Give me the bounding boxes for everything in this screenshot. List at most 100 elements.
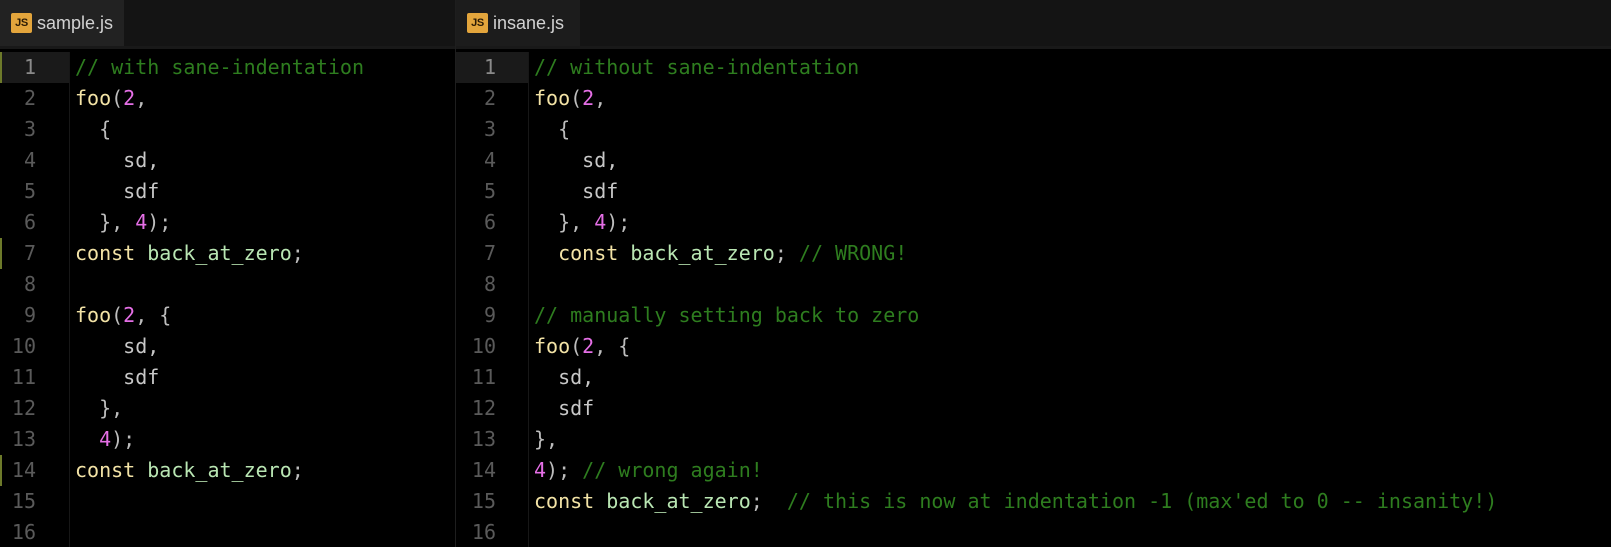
tab-label: insane.js [493,12,565,33]
line-number: 5 [23,179,36,203]
code-line[interactable]: sdf [75,362,455,393]
line-number: 3 [483,117,496,141]
code-token: back_at_zero [147,241,292,265]
code-token: ); [606,210,631,234]
line-number: 14 [0,455,69,486]
code-line[interactable]: // without sane-indentation [534,52,1611,83]
code-token: }, [75,210,136,234]
code-editor[interactable]: 1 2 3 4 5 6 7 8 9 10 11 12 13 14 15 16 // without sane-… [456,52,1611,547]
code-line[interactable]: // manually setting back to zero [534,300,1611,331]
code-line[interactable]: const back_at_zero; // WRONG! [534,238,1611,269]
tab-bar: JS insane.js [456,0,1611,49]
code-line[interactable]: const back_at_zero; // this is now at in… [534,486,1611,517]
code-token: foo [534,86,571,110]
tab-label: sample.js [37,12,114,33]
code-token: 2 [123,86,136,110]
code-token: 2 [582,334,595,358]
code-line[interactable]: ​ [75,486,455,517]
code-line[interactable]: }, [75,393,455,424]
code-token: sdf [75,365,160,389]
code-line[interactable]: { [75,114,455,145]
code-token: ( [570,86,583,110]
code-token: ); [147,210,172,234]
code-token: ; [291,241,304,265]
code-token: // without sane-indentation [534,55,860,79]
code-token: 4 [594,210,607,234]
code-token: foo [75,303,112,327]
line-number: 7 [483,241,496,265]
code-token: sd, [75,334,160,358]
code-area[interactable]: // with sane-indentation foo(2, { sd, sdf… [75,52,455,547]
code-line[interactable]: 4); // wrong again! [534,455,1611,486]
code-token: // manually setting back to zero [534,303,920,327]
line-number: 5 [483,179,496,203]
code-line[interactable]: }, [534,424,1611,455]
line-number: 15 [471,489,496,513]
line-number: 4 [483,148,496,172]
code-area[interactable]: // without sane-indentation foo(2, { sd, … [534,52,1611,547]
line-number: 16 [11,520,36,544]
line-number: 1 [456,52,528,83]
code-token: back_at_zero [147,458,292,482]
code-line[interactable]: sdf [75,176,455,207]
code-line[interactable]: ​ [534,269,1611,300]
code-token: ( [570,334,583,358]
editor-pane-right: JS insane.js 1 2 3 4 5 6 7 8 9 10 11 12 13 14 15 16 // … [455,0,1611,547]
code-token: ; [750,489,787,513]
line-number: 12 [11,396,36,420]
code-token: ); [111,427,136,451]
line-number: 8 [483,272,496,296]
code-line[interactable]: sdf [534,176,1611,207]
line-number-gutter: 1 2 3 4 5 6 7 8 9 10 11 12 13 14 15 16 [456,52,529,547]
line-number: 6 [483,210,496,234]
code-token: sd, [75,148,160,172]
code-line[interactable]: foo(2, { [534,331,1611,362]
code-line[interactable]: sd, [534,362,1611,393]
code-token: const [534,489,607,513]
code-line[interactable]: foo(2, { [75,300,455,331]
code-token: 2 [582,86,595,110]
code-token: foo [75,86,112,110]
code-token: , [594,86,607,110]
code-line[interactable]: const back_at_zero; [75,455,455,486]
line-number: 9 [23,303,36,327]
code-token: // wrong again! [582,458,763,482]
code-line[interactable]: foo(2, [534,83,1611,114]
code-token: const [534,241,631,265]
code-line[interactable]: sd, [75,331,455,362]
code-line[interactable]: ​ [75,517,455,547]
javascript-file-icon: JS [11,13,32,33]
line-number: 11 [471,365,496,389]
line-number: 15 [11,489,36,513]
code-token: 2 [123,303,136,327]
code-token: ( [111,86,124,110]
code-line[interactable]: foo(2, [75,83,455,114]
tab-sample-js[interactable]: JS sample.js [0,0,124,46]
line-number: 2 [23,86,36,110]
code-line[interactable]: { [534,114,1611,145]
code-token: sdf [534,396,595,420]
code-line[interactable]: }, 4); [534,207,1611,238]
code-line[interactable]: const back_at_zero; [75,238,455,269]
line-number: 7 [0,238,69,269]
code-token: 4 [135,210,148,234]
code-line[interactable]: 4); [75,424,455,455]
code-line[interactable]: sdf [534,393,1611,424]
code-line[interactable]: // with sane-indentation [75,52,455,83]
code-token: // with sane-indentation [75,55,364,79]
code-line[interactable]: sd, [534,145,1611,176]
line-number: 13 [11,427,36,451]
code-line[interactable]: ​ [534,517,1611,547]
code-token: // this is now at indentation -1 (max'ed… [786,489,1498,513]
line-number: 10 [471,334,496,358]
code-editor[interactable]: 1 2 3 4 5 6 7 8 9 10 11 12 13 14 15 16 // with sane-ind… [0,52,455,547]
line-number: 14 [471,458,496,482]
code-token: back_at_zero [606,489,751,513]
code-token: const [75,458,148,482]
code-line[interactable]: }, 4); [75,207,455,238]
code-line[interactable]: ​ [75,269,455,300]
code-line[interactable]: sd, [75,145,455,176]
code-token: 4 [534,458,547,482]
tab-insane-js[interactable]: JS insane.js [456,0,580,46]
line-number: 8 [23,272,36,296]
